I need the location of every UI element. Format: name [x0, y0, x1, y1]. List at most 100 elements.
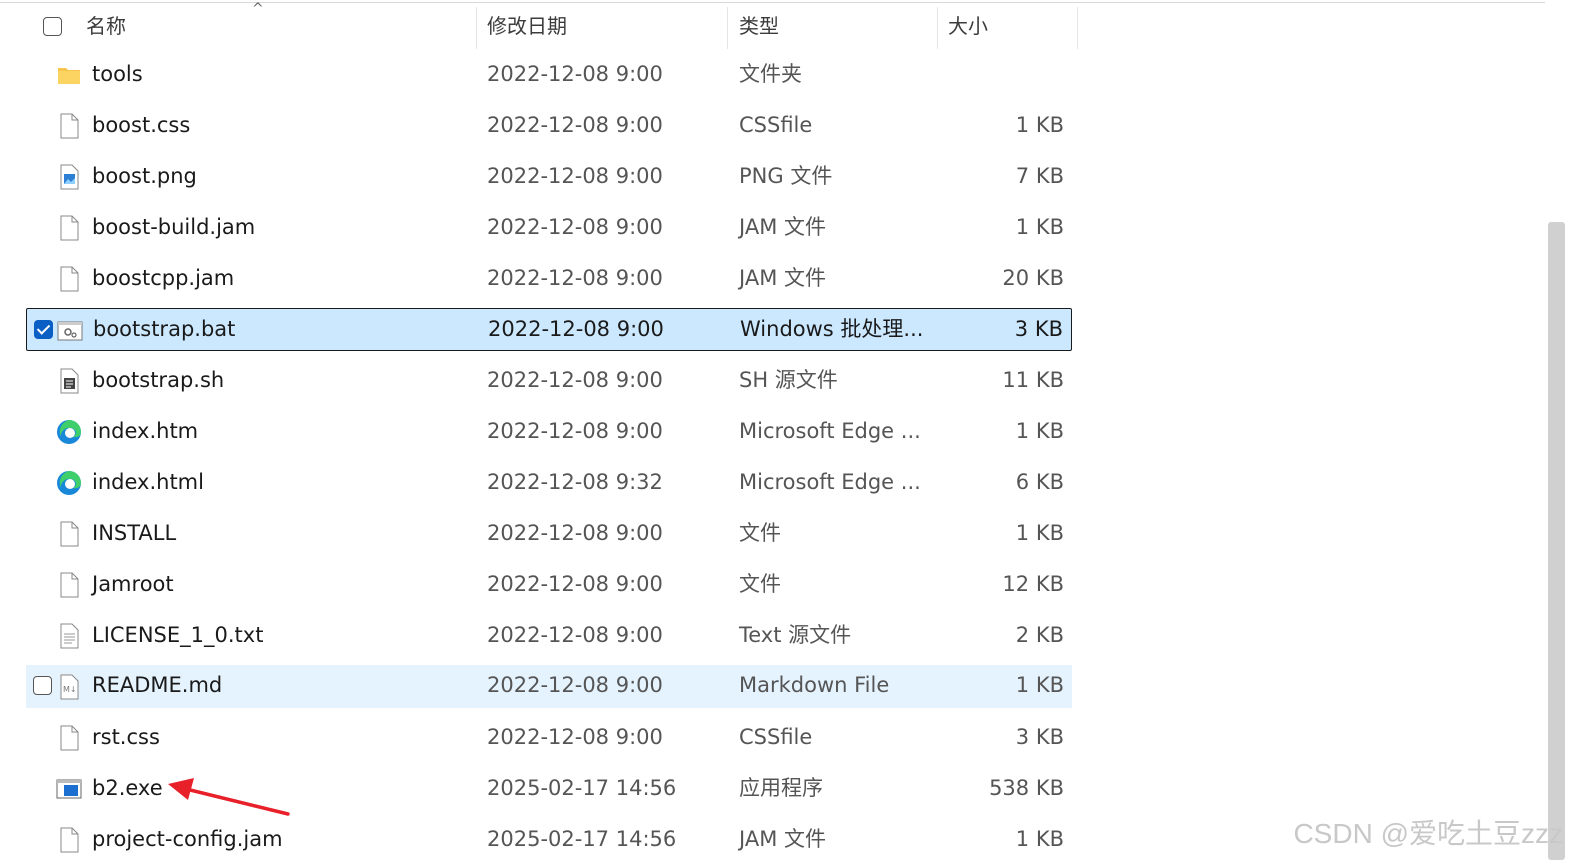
header-size[interactable]: 大小 [948, 3, 988, 49]
file-name: README.md [92, 673, 223, 697]
file-row[interactable]: rst.css 2022-12-08 9:00 CSSfile 3 KB [26, 712, 1072, 763]
file-name: boostcpp.jam [92, 266, 235, 290]
file-type: CSSfile [739, 725, 813, 749]
file-date: 2022-12-08 9:00 [487, 725, 663, 749]
file-name: INSTALL [92, 521, 177, 545]
file-name: index.html [92, 470, 204, 494]
batch-file-icon [57, 318, 83, 344]
column-header: ^ 名称 修改日期 类型 大小 [0, 1, 1080, 49]
file-row[interactable]: M↓ README.md 2022-12-08 9:00 Markdown File 1… [26, 665, 1072, 708]
file-name: bootstrap.sh [92, 368, 225, 392]
file-name: Jamroot [92, 572, 174, 596]
file-row[interactable]: INSTALL 2022-12-08 9:00 文件 1 KB [26, 508, 1072, 559]
file-icon [56, 725, 82, 751]
header-divider[interactable] [937, 7, 938, 49]
file-size: 3 KB [1015, 725, 1064, 749]
file-row[interactable]: LICENSE_1_0.txt 2022-12-08 9:00 Text 源文件 2 … [26, 610, 1072, 661]
file-icon [56, 827, 82, 853]
file-name: LICENSE_1_0.txt [92, 623, 264, 647]
sort-ascending-icon: ^ [252, 1, 264, 17]
select-all-checkbox[interactable] [43, 17, 62, 36]
file-size: 11 KB [1002, 368, 1064, 392]
watermark: CSDN @爱吃土豆zzz [1293, 818, 1563, 849]
file-type: PNG 文件 [739, 164, 833, 188]
file-name: rst.css [92, 725, 160, 749]
file-size: 1 KB [1015, 215, 1064, 239]
file-type: Microsoft Edge ... [739, 419, 921, 443]
file-icon [56, 113, 82, 139]
markdown-file-icon: M↓ [56, 674, 82, 700]
file-row[interactable]: bootstrap.sh 2022-12-08 9:00 SH 源文件 11 KB [26, 355, 1072, 406]
file-date: 2022-12-08 9:00 [487, 215, 663, 239]
file-date: 2022-12-08 9:00 [487, 521, 663, 545]
file-date: 2022-12-08 9:00 [488, 317, 664, 341]
file-row[interactable]: index.htm 2022-12-08 9:00 Microsoft Edge .… [26, 406, 1072, 457]
file-date: 2022-12-08 9:00 [487, 164, 663, 188]
file-type: Microsoft Edge ... [739, 470, 921, 494]
text-file-icon [56, 623, 82, 649]
annotation-arrow-icon [168, 778, 290, 816]
file-size: 538 KB [989, 776, 1064, 800]
file-row[interactable]: boost.png 2022-12-08 9:00 PNG 文件 7 KB [26, 151, 1072, 202]
svg-text:M↓: M↓ [63, 685, 77, 694]
file-date: 2022-12-08 9:00 [487, 266, 663, 290]
header-divider[interactable] [1077, 7, 1078, 49]
header-divider[interactable] [727, 7, 728, 49]
file-row[interactable]: Jamroot 2022-12-08 9:00 文件 12 KB [26, 559, 1072, 610]
edge-icon [56, 419, 82, 445]
script-file-icon [56, 368, 82, 394]
scrollbar-thumb[interactable] [1548, 222, 1565, 860]
file-size: 1 KB [1015, 673, 1064, 697]
file-date: 2022-12-08 9:32 [487, 470, 663, 494]
file-icon [56, 266, 82, 292]
row-checkbox[interactable] [33, 676, 52, 695]
file-row[interactable]: tools 2022-12-08 9:00 文件夹 [26, 49, 1072, 100]
file-type: CSSfile [739, 113, 813, 137]
file-name: boost-build.jam [92, 215, 256, 239]
file-size: 2 KB [1015, 623, 1064, 647]
file-date: 2022-12-08 9:00 [487, 368, 663, 392]
file-size: 1 KB [1015, 419, 1064, 443]
file-date: 2022-12-08 9:00 [487, 419, 663, 443]
file-date: 2022-12-08 9:00 [487, 673, 663, 697]
file-row[interactable]: bootstrap.bat 2022-12-08 9:00 Windows 批处理.… [26, 308, 1072, 351]
header-divider[interactable] [476, 7, 477, 49]
file-row[interactable]: boostcpp.jam 2022-12-08 9:00 JAM 文件 20 KB [26, 253, 1072, 304]
header-name[interactable]: 名称 [86, 3, 126, 49]
file-date: 2022-12-08 9:00 [487, 62, 663, 86]
file-row[interactable]: boost.css 2022-12-08 9:00 CSSfile 1 KB [26, 100, 1072, 151]
file-icon [56, 521, 82, 547]
header-date[interactable]: 修改日期 [487, 3, 567, 49]
file-type: SH 源文件 [739, 368, 838, 392]
file-type: JAM 文件 [739, 827, 826, 851]
file-date: 2025-02-17 14:56 [487, 776, 677, 800]
file-row[interactable]: index.html 2022-12-08 9:32 Microsoft Edge … [26, 457, 1072, 508]
exe-file-icon [56, 776, 82, 802]
file-type: JAM 文件 [739, 215, 826, 239]
file-explorer: ^ 名称 修改日期 类型 大小 tools 2022-12-08 9:00 文件夹 b… [0, 0, 1569, 860]
file-type: 应用程序 [739, 776, 823, 800]
file-icon [56, 572, 82, 598]
file-date: 2022-12-08 9:00 [487, 113, 663, 137]
file-size: 1 KB [1015, 521, 1064, 545]
file-size: 1 KB [1015, 113, 1064, 137]
file-icon [56, 215, 82, 241]
row-checkbox[interactable] [34, 320, 53, 339]
file-size: 12 KB [1002, 572, 1064, 596]
file-row[interactable]: boost-build.jam 2022-12-08 9:00 JAM 文件 1 KB [26, 202, 1072, 253]
file-date: 2025-02-17 14:56 [487, 827, 677, 851]
file-type: Text 源文件 [739, 623, 852, 647]
file-type: JAM 文件 [739, 266, 826, 290]
file-name: boost.css [92, 113, 191, 137]
file-type: 文件 [739, 572, 781, 596]
file-type: Windows 批处理... [740, 317, 924, 341]
file-date: 2022-12-08 9:00 [487, 572, 663, 596]
file-name: boost.png [92, 164, 197, 188]
file-size: 7 KB [1015, 164, 1064, 188]
file-type: 文件 [739, 521, 781, 545]
file-size: 6 KB [1015, 470, 1064, 494]
file-size: 3 KB [1014, 317, 1063, 341]
file-name: bootstrap.bat [93, 317, 236, 341]
header-type[interactable]: 类型 [739, 3, 779, 49]
file-size: 20 KB [1002, 266, 1064, 290]
